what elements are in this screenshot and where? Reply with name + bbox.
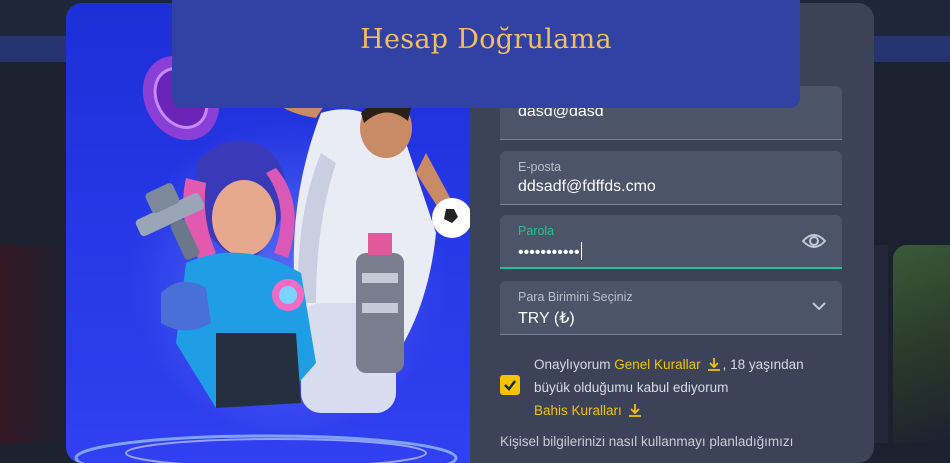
password-label: Parola	[518, 224, 555, 238]
betting-rules-link[interactable]: Bahis Kuralları	[534, 403, 622, 418]
email-label: E-posta	[518, 160, 562, 174]
download-icon[interactable]	[628, 403, 642, 417]
chevron-down-icon	[812, 302, 826, 311]
background-strip	[874, 245, 888, 443]
password-field[interactable]: Parola •••••••••••	[500, 215, 842, 269]
banner-title: Hesap Doğrulama	[360, 24, 612, 55]
currency-value: TRY (₺)	[518, 310, 575, 327]
eye-icon[interactable]	[802, 232, 826, 250]
password-value: •••••••••••	[518, 244, 580, 261]
terms-consent-text: Onaylıyorum Genel Kurallar, 18 yaşından …	[534, 353, 834, 422]
check-icon	[504, 380, 516, 391]
terms-checkbox[interactable]	[500, 375, 520, 395]
email-value: ddsadf@fdffds.cmo	[518, 178, 656, 195]
email-field[interactable]: E-posta ddsadf@fdffds.cmo	[500, 151, 842, 205]
privacy-note: Kişisel bilgilerinizi nasıl kullanmayı p…	[500, 434, 794, 449]
text-caret	[580, 242, 582, 260]
password-value-wrap: •••••••••••	[518, 242, 582, 262]
download-icon[interactable]	[707, 357, 721, 371]
general-rules-link[interactable]: Genel Kurallar	[614, 357, 700, 372]
currency-select[interactable]: Para Birimini Seçiniz TRY (₺)	[500, 281, 842, 335]
currency-label: Para Birimini Seçiniz	[518, 290, 633, 304]
verification-banner: Hesap Doğrulama	[172, 0, 800, 108]
background-game-tile-right	[893, 245, 950, 443]
background-game-tile-left	[0, 245, 66, 443]
consent-prefix: Onaylıyorum	[534, 357, 615, 372]
